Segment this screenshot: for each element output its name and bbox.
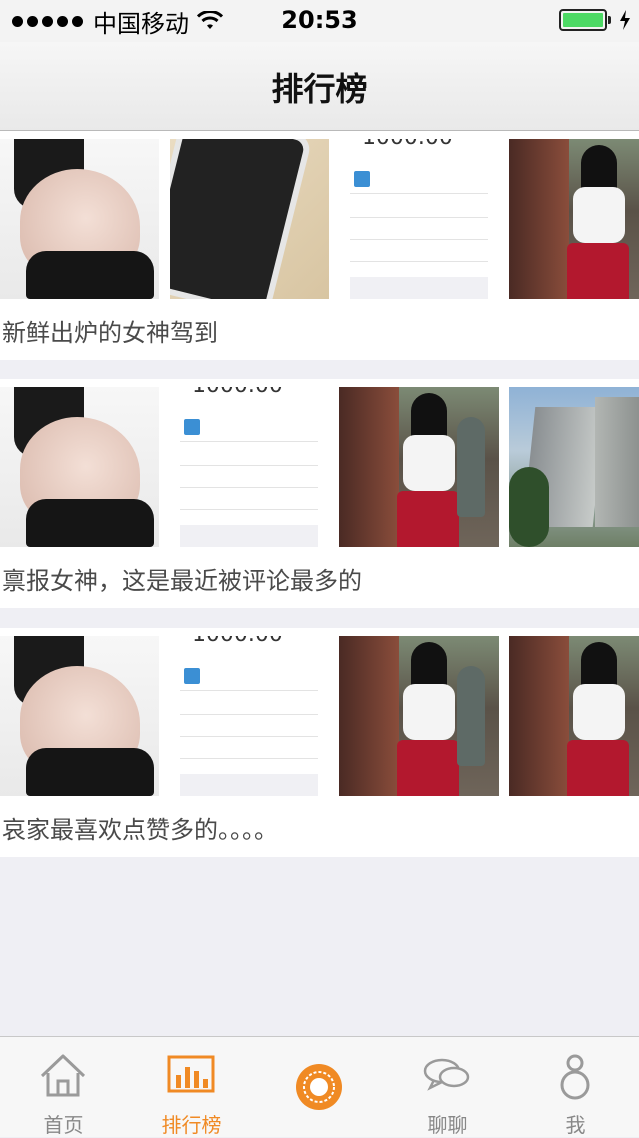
battery-icon [559,9,611,31]
tab-center-action[interactable] [256,1037,383,1137]
receipt-amount: -1000.00 [184,387,283,398]
ring-icon [296,1064,342,1110]
receipt-amount: -1000.00 [184,636,283,647]
post-image[interactable]: -1000.00 [170,387,328,547]
post-caption: 新鲜出炉的女神驾到 [2,319,218,347]
navigation-bar: 排行榜 [0,42,639,131]
tab-label: 我 [565,1113,586,1137]
charging-icon [620,10,630,30]
post-card[interactable]: -1000.00 新鲜出炉的女神驾到 [0,131,639,360]
post-card[interactable]: -1000.00 禀报女神，这是最近被评论最多的 [0,379,639,608]
post-image-strip: -1000.00 [0,387,639,547]
tab-label: 排行榜 [161,1113,222,1137]
post-image[interactable] [0,387,159,547]
clock: 20:53 [281,6,358,34]
tab-label: 聊聊 [427,1113,468,1137]
tab-me[interactable]: 我 [512,1037,639,1137]
post-caption: 哀家最喜欢点赞多的。。。。 [2,816,278,844]
page-title: 排行榜 [271,70,368,108]
person-icon [560,1054,590,1100]
user-icon [184,419,200,435]
tab-home[interactable]: 首页 [0,1037,127,1137]
post-image[interactable] [339,636,499,796]
post-image[interactable] [339,387,499,547]
battery-area [559,9,631,31]
user-icon [184,668,200,684]
tab-chat[interactable]: 聊聊 [384,1037,511,1137]
post-image[interactable] [509,139,639,299]
post-image-strip: -1000.00 [0,139,639,299]
post-image[interactable]: -1000.00 [340,139,498,299]
receipt-amount: -1000.00 [354,139,453,150]
tab-label: 首页 [43,1113,84,1137]
post-image[interactable] [509,387,639,547]
status-bar: 中国移动 20:53 [0,0,639,42]
home-icon [40,1054,86,1097]
tab-bar: 首页 排行榜 聊聊 我 [0,1036,639,1137]
post-caption: 禀报女神，这是最近被评论最多的 [2,567,362,595]
tab-ranking[interactable]: 排行榜 [128,1037,255,1137]
post-image[interactable] [0,139,159,299]
chart-icon [167,1055,215,1093]
post-image[interactable]: -1000.00 [170,636,328,796]
user-icon [354,171,370,187]
post-image-strip: -1000.00 [0,636,639,796]
chat-icon [423,1058,470,1091]
post-card[interactable]: -1000.00 哀家最喜欢点赞多的。。。。 [0,628,639,857]
post-image[interactable] [170,139,329,299]
post-image[interactable] [509,636,639,796]
post-image[interactable] [0,636,159,796]
